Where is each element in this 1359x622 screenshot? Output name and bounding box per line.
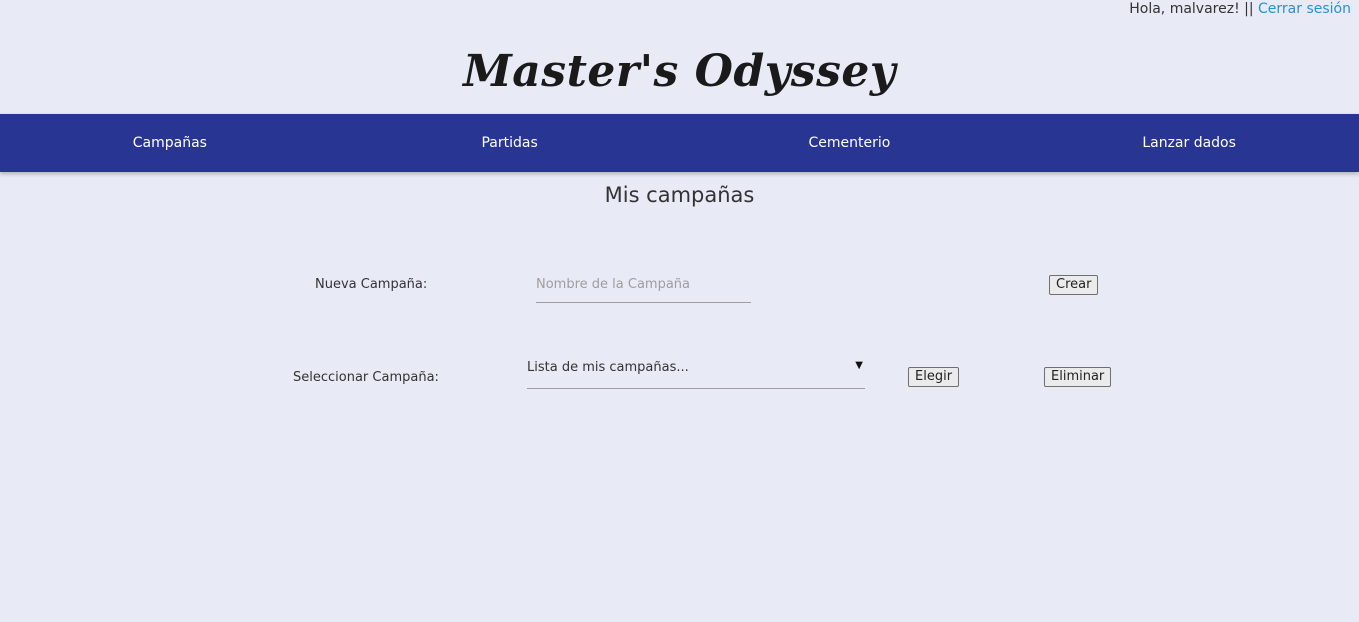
nav-item-cementerio[interactable]: Cementerio: [680, 114, 1020, 172]
main-navbar: Campañas Partidas Cementerio Lanzar dado…: [0, 114, 1359, 172]
nav-item-campanas[interactable]: Campañas: [0, 114, 340, 172]
select-campaign-label: Seleccionar Campaña:: [293, 370, 439, 385]
delete-button[interactable]: Eliminar: [1044, 367, 1112, 387]
user-greeting: Hola, malvarez! ||: [1129, 1, 1259, 17]
choose-button[interactable]: Elegir: [908, 367, 960, 387]
campaign-name-input[interactable]: [536, 266, 751, 303]
campaign-select[interactable]: Lista de mis campañas... ▼: [527, 352, 865, 389]
campaign-select-value: Lista de mis campañas...: [527, 360, 689, 375]
nav-item-partidas[interactable]: Partidas: [340, 114, 680, 172]
site-logo-title[interactable]: Master's Odyssey: [0, 40, 1359, 104]
user-bar: Hola, malvarez! || Cerrar sesión: [1129, 0, 1351, 18]
create-button[interactable]: Crear: [1049, 275, 1099, 295]
dropdown-caret-icon: ▼: [855, 360, 863, 371]
new-campaign-label: Nueva Campaña:: [315, 277, 428, 292]
logout-link[interactable]: Cerrar sesión: [1258, 1, 1351, 17]
page-title: Mis campañas: [604, 183, 755, 207]
nav-item-lanzar-dados[interactable]: Lanzar dados: [1019, 114, 1359, 172]
